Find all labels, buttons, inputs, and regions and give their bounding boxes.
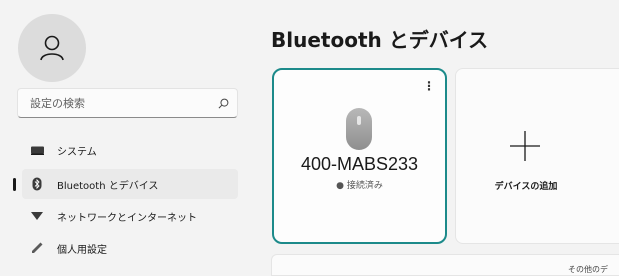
- add-device-card[interactable]: デバイスの追加: [455, 68, 619, 244]
- sidebar-item-label: ネットワークとインターネット: [57, 212, 197, 224]
- bluetooth-icon: [30, 177, 44, 191]
- search-icon[interactable]: [218, 98, 229, 109]
- active-indicator: [13, 178, 16, 191]
- mouse-icon: [346, 108, 372, 150]
- plus-icon: [510, 131, 540, 161]
- sidebar-item-network[interactable]: ネットワークとインターネット: [22, 201, 238, 231]
- device-name: 400-MABS233: [300, 154, 419, 174]
- sidebar-item-personalization[interactable]: 個人用設定: [22, 233, 238, 263]
- sidebar-item-label: 個人用設定: [57, 244, 107, 256]
- other-devices-section: その他のデ: [271, 254, 619, 276]
- add-device-label: デバイスの追加: [494, 182, 558, 192]
- pen-icon: [30, 242, 44, 254]
- page-title: Bluetooth とデバイス: [271, 28, 489, 52]
- avatar[interactable]: [18, 14, 86, 82]
- search-input[interactable]: [28, 95, 218, 111]
- user-icon: [40, 35, 64, 61]
- wifi-icon: [30, 212, 44, 220]
- device-card[interactable]: ⋮ 400-MABS233 ● 接続済み: [272, 68, 447, 244]
- sidebar-item-label: システム: [57, 146, 97, 158]
- device-status: ● 接続済み: [336, 181, 383, 191]
- more-options-icon[interactable]: ⋮: [423, 80, 435, 92]
- settings-search[interactable]: [17, 88, 238, 118]
- sidebar-item-system[interactable]: システム: [22, 135, 238, 165]
- other-devices-label: その他のデ: [568, 265, 608, 274]
- sidebar-item-label: Bluetooth とデバイス: [57, 180, 159, 192]
- sidebar-item-bluetooth[interactable]: Bluetooth とデバイス: [13, 169, 238, 199]
- system-icon: [30, 146, 44, 155]
